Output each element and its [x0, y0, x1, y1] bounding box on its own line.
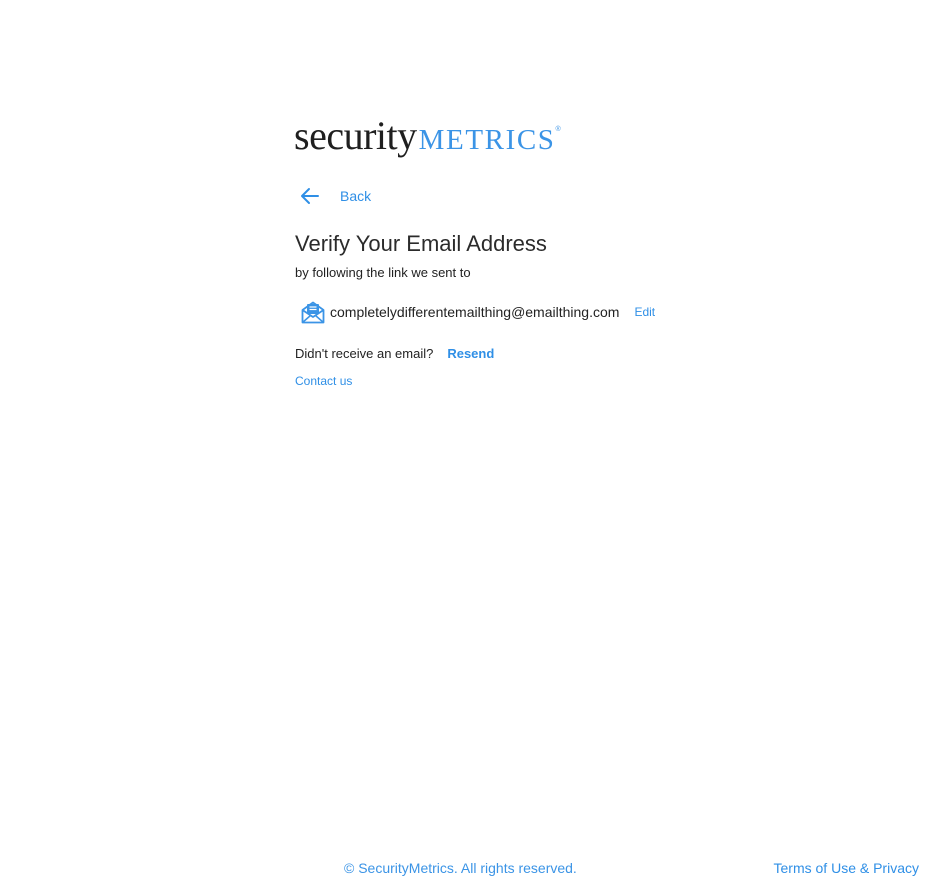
logo-word-metrics: METRICS: [418, 124, 556, 156]
email-row: completelydifferentemailthing@emailthing…: [300, 299, 655, 325]
footer-copyright: © SecurityMetrics. All rights reserved.: [344, 860, 577, 876]
arrow-left-icon: [298, 184, 322, 208]
terms-privacy-link[interactable]: Terms of Use & Privacy: [774, 860, 919, 876]
logo-word-security: security: [294, 113, 417, 158]
open-envelope-icon: [300, 299, 326, 325]
page-title: Verify Your Email Address: [295, 231, 547, 256]
resend-link[interactable]: Resend: [447, 346, 494, 361]
resend-prompt: Didn't receive an email?: [295, 346, 434, 361]
page-subtitle: by following the link we sent to: [295, 265, 471, 280]
back-link[interactable]: Back: [298, 184, 371, 208]
back-label: Back: [340, 188, 372, 204]
resend-row: Didn't receive an email? Resend: [295, 346, 494, 361]
contact-us-link[interactable]: Contact us: [295, 374, 352, 388]
email-address: completelydifferentemailthing@emailthing…: [330, 304, 620, 320]
securitymetrics-logo: security METRICS ®: [294, 112, 561, 168]
logo-registered-mark: ®: [555, 126, 561, 133]
edit-email-link[interactable]: Edit: [634, 305, 655, 319]
verify-email-page: security METRICS ® Back Verify Your Emai…: [0, 0, 929, 888]
